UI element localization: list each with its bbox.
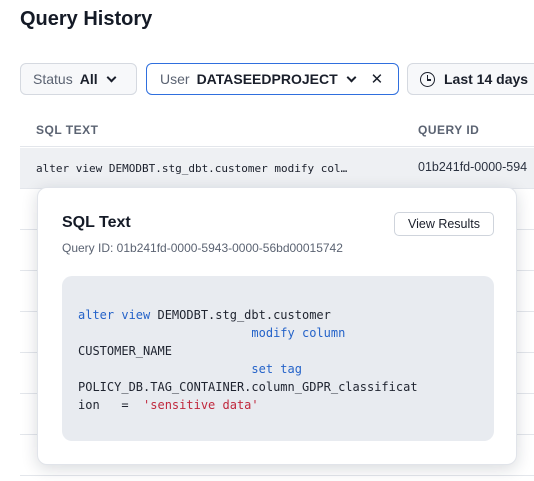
status-filter[interactable]: Status All bbox=[20, 63, 137, 95]
code-text: POLICY_DB.TAG_CONTAINER.column_GDPR_clas… bbox=[78, 380, 418, 394]
user-filter-value: DATASEEDPROJECT bbox=[196, 71, 338, 87]
sql-code-block: alter view DEMODBT.stg_dbt.customer modi… bbox=[62, 276, 494, 441]
code-text: ion = bbox=[78, 398, 144, 412]
user-filter[interactable]: User DATASEEDPROJECT ✕ bbox=[146, 63, 399, 95]
view-results-button[interactable]: View Results bbox=[394, 212, 494, 236]
chevron-down-icon[interactable] bbox=[106, 72, 117, 82]
sql-text-popover: SQL Text Query ID: 01b241fd-0000-5943-00… bbox=[37, 187, 517, 465]
code-text: CUSTOMER_NAME bbox=[78, 344, 172, 358]
date-range-value: Last 14 days bbox=[444, 71, 529, 87]
column-header-sql-text[interactable]: SQL TEXT bbox=[36, 123, 98, 137]
status-filter-label: Status bbox=[33, 71, 73, 87]
table-row[interactable]: alter view DEMODBT.stg_dbt.customer modi… bbox=[20, 148, 534, 189]
popover-title: SQL Text bbox=[62, 214, 131, 231]
page-title: Query History bbox=[20, 8, 153, 30]
filter-bar: Status All User DATASEEDPROJECT ✕ Last 1… bbox=[20, 63, 534, 95]
chevron-down-icon[interactable] bbox=[346, 72, 357, 82]
table-header: SQL TEXT QUERY ID bbox=[20, 113, 534, 147]
popover-query-id: Query ID: 01b241fd-0000-5943-0000-56bd00… bbox=[62, 241, 343, 255]
sql-text-cell[interactable]: alter view DEMODBT.stg_dbt.customer modi… bbox=[36, 162, 347, 175]
query-id-cell[interactable]: 01b241fd-0000-594 bbox=[418, 160, 527, 174]
clock-icon bbox=[420, 71, 435, 87]
date-range-filter[interactable]: Last 14 days bbox=[407, 63, 534, 95]
code-keyword: set tag bbox=[251, 362, 302, 376]
code-string: 'sensitive data' bbox=[143, 398, 259, 412]
sql-code: alter view DEMODBT.stg_dbt.customer modi… bbox=[78, 306, 418, 414]
code-keyword: modify column bbox=[251, 326, 346, 340]
user-filter-label: User bbox=[160, 71, 190, 87]
code-text: DEMODBT.stg_dbt.customer bbox=[150, 308, 331, 322]
column-header-query-id[interactable]: QUERY ID bbox=[418, 123, 479, 137]
status-filter-value: All bbox=[79, 71, 98, 87]
code-keyword: alter view bbox=[78, 308, 151, 322]
close-icon[interactable]: ✕ bbox=[371, 70, 384, 88]
